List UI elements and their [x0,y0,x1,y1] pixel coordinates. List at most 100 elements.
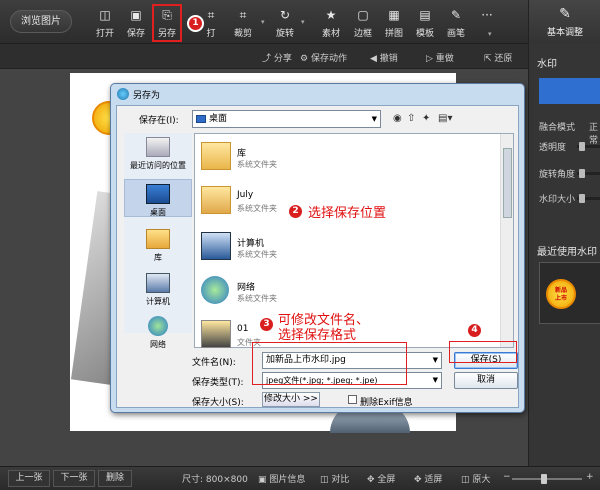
blend-mode-label: 融合模式 [539,123,576,133]
chevron-down-icon[interactable]: ▼ [433,353,438,368]
place-computer[interactable]: 计算机 [124,273,192,307]
prev-image-button[interactable]: 上一张 [8,470,50,487]
annotation-text-location: 选择保存位置 [308,206,387,221]
filename-highlight-box [252,342,407,385]
main-toolbar: 浏览图片 ◫ 打开 ▣ 保存 ⎘ 另存 1 ⌗ 打 ⌗ 裁剪 ▾ ↻ 旋转 ▾ … [0,0,600,44]
recent-watermark-title: 最近使用水印 [537,247,597,258]
crop-icon: ⌗ [239,8,247,22]
angle-slider-thumb[interactable] [579,169,585,178]
print-icon: ⌗ [207,8,215,22]
zoom-slider-thumb[interactable] [541,474,547,484]
image-size-readout: 尺寸: 800×800 [182,475,248,485]
new-product-seal-image: 新品 上市 [546,279,576,309]
file-item[interactable]: 网络 系统文件夹 [195,274,495,314]
crop-button[interactable]: ⌗ 裁剪 [230,8,256,39]
compare-button[interactable]: ◫ 对比 [320,472,349,485]
view-menu-icon[interactable]: ▤▾ [438,113,452,124]
zoom-out-icon[interactable]: − [503,472,511,482]
desktop-icon [196,115,206,123]
star-icon: ★ [325,8,337,22]
watermark-size-slider[interactable] [577,194,600,203]
watermark-size-label: 水印大小 [539,195,576,205]
angle-slider[interactable] [577,169,600,178]
fit-screen-button[interactable]: ✥ 适屏 [414,472,442,485]
file-list-scrollbar[interactable] [500,134,513,347]
up-folder-icon[interactable]: ⇧ [407,113,415,124]
places-bar: 最近访问的位置 桌面 库 计算机 网络 [124,133,192,349]
chevron-down-icon: ▼ [432,376,438,384]
delete-exif-checkbox[interactable] [348,395,357,404]
undo-button[interactable]: ◀ 撤销 [370,51,398,64]
recent-watermark-thumbnail[interactable]: 新品 上市 [539,262,600,324]
new-folder-icon[interactable]: ✦ [422,113,430,124]
delete-image-button[interactable]: 删除 [98,470,132,487]
status-bar: 上一张 下一张 删除 尺寸: 800×800 ▣ 图片信息 ◫ 对比 ✥ 全屏 … [0,466,600,490]
opacity-label: 透明度 [539,143,567,153]
save-button[interactable]: ▣ 保存 [123,8,149,39]
file-item[interactable]: 计算机 系统文件夹 [195,230,495,270]
open-button[interactable]: ◫ 打开 [92,8,118,39]
browse-images-button[interactable]: 浏览图片 [10,10,72,33]
place-recent[interactable]: 最近访问的位置 [124,137,192,171]
zoom-in-icon[interactable]: + [586,472,594,482]
template-icon: ▤ [419,8,431,22]
dialog-title: 另存为 [133,91,161,101]
dialog-titlebar[interactable]: 另存为 [111,84,524,104]
share-button[interactable]: ⤴ 分享 [262,51,292,64]
save-in-label: 保存在(I): [139,116,179,126]
fullscreen-button[interactable]: ✥ 全屏 [367,472,395,485]
blend-mode-select[interactable]: 正常 [589,120,600,146]
edit-icon: ✎ [559,6,571,22]
user-folder-icon [201,186,231,214]
crop-dropdown-icon[interactable]: ▾ [261,18,265,26]
resize-button[interactable]: 修改大小 >> [262,392,320,407]
brush-button[interactable]: ✎ 画笔 [443,8,469,39]
restore-button[interactable]: ⇱ 还原 [484,51,512,64]
library-folder-icon [201,142,231,170]
more-dropdown-icon[interactable]: ▾ [488,30,492,38]
place-library[interactable]: 库 [124,229,192,263]
rotate-icon: ↻ [279,8,291,22]
border-icon: ▢ [357,8,369,22]
zoom-slider[interactable] [512,478,582,480]
chevron-down-icon: ▼ [371,115,377,123]
next-image-button[interactable]: 下一张 [53,470,95,487]
watermark-add-button[interactable] [539,78,600,104]
save-in-select[interactable]: 桌面 ▼ [192,110,381,128]
opacity-slider-thumb[interactable] [579,142,585,151]
back-icon[interactable]: ◉ [393,113,402,124]
redo-button[interactable]: ▷ 重做 [426,51,454,64]
size-slider-thumb[interactable] [579,194,585,203]
collage-button[interactable]: ▦ 拼图 [381,8,407,39]
file-item[interactable]: 库 系统文件夹 [195,140,495,180]
save-action-button[interactable]: ⚙ 保存动作 [300,51,347,64]
border-button[interactable]: ▢ 边框 [350,8,376,39]
original-size-button[interactable]: ◫ 原大 [461,472,490,485]
app-icon [117,88,129,100]
save-as-highlight-box [152,4,182,42]
network-icon [201,276,229,304]
print-button[interactable]: ⌗ 打 [198,8,224,39]
annotation-text-rename-line2: 选择保存格式 [278,328,357,343]
dialog-cancel-button[interactable]: 取消 [454,372,518,389]
place-network[interactable]: 网络 [124,316,192,350]
image-info-button[interactable]: ▣ 图片信息 [258,472,305,485]
material-button[interactable]: ★ 素材 [318,8,344,39]
folder-icon [201,320,231,348]
more-button[interactable]: ··· [474,8,500,22]
basic-adjust-tab[interactable]: ✎ 基本调整 [529,0,600,44]
rotate-button[interactable]: ↻ 旋转 [272,8,298,39]
library-icon [146,229,170,249]
desktop-icon [146,184,170,204]
filetype-label: 保存类型(T): [192,378,244,388]
scrollbar-thumb[interactable] [503,148,512,218]
filename-label: 文件名(N): [192,358,236,368]
network-icon [148,316,168,336]
save-button-highlight-box [449,341,517,363]
rotate-dropdown-icon[interactable]: ▾ [301,18,305,26]
collage-icon: ▦ [388,8,400,22]
opacity-slider[interactable] [577,142,600,151]
template-button[interactable]: ▤ 模板 [412,8,438,39]
place-desktop[interactable]: 桌面 [124,179,192,217]
brush-icon: ✎ [450,8,462,22]
